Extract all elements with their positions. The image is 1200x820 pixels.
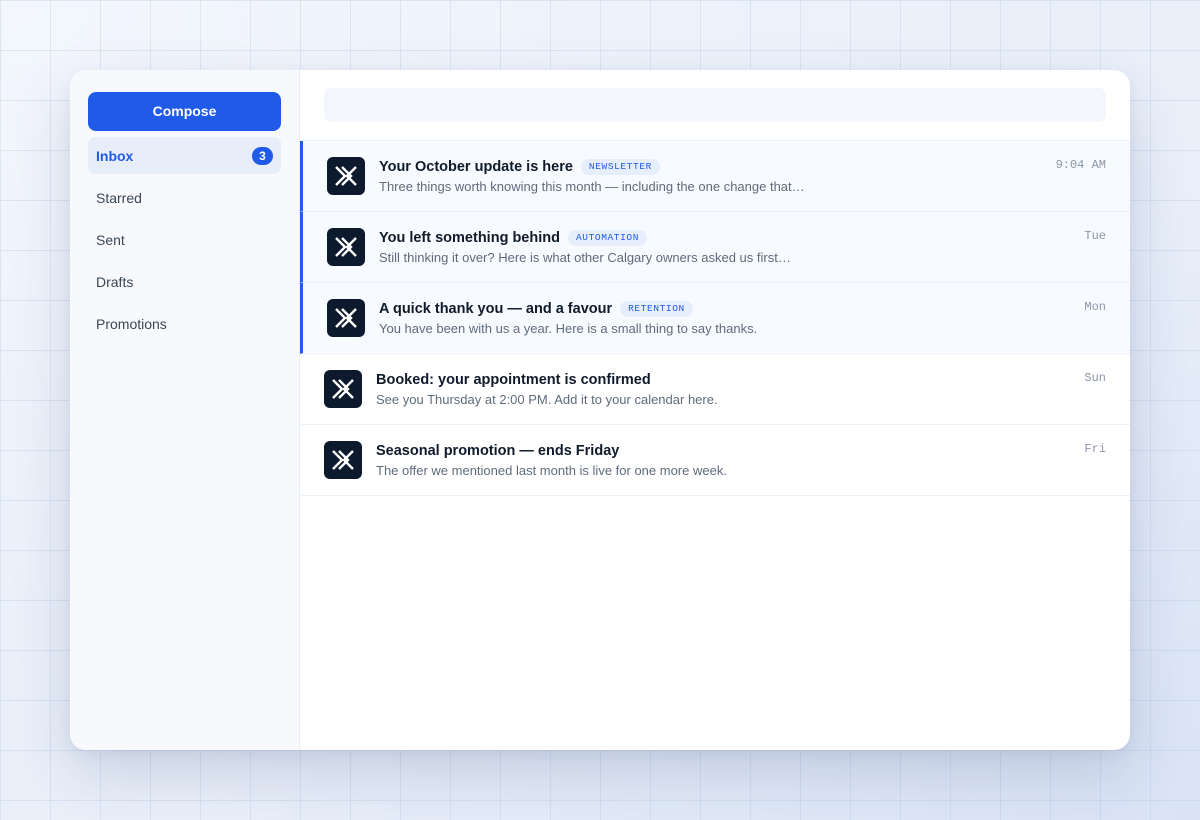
brand-x-logo-icon [324, 441, 362, 479]
sidebar-item-label: Inbox [96, 147, 134, 164]
brand-x-logo-icon [324, 370, 362, 408]
message-preview: The offer we mentioned last month is liv… [376, 463, 727, 478]
sidebar-item-label: Starred [96, 189, 142, 206]
category-tag: NEWSLETTER [580, 159, 660, 175]
sidebar-item-promotions[interactable]: Promotions [88, 305, 281, 342]
message-content: You left something behind AUTOMATION Sti… [379, 228, 1106, 265]
search-input[interactable] [324, 88, 1106, 122]
message-row[interactable]: A quick thank you — and a favour RETENTI… [300, 283, 1130, 354]
message-time: 9:04 AM [1055, 158, 1106, 172]
unread-count-badge: 3 [252, 146, 273, 165]
category-tag: AUTOMATION [567, 230, 647, 246]
message-content: Your October update is here NEWSLETTER T… [379, 157, 1106, 194]
compose-button[interactable]: Compose [88, 92, 281, 131]
message-subject: Booked: your appointment is confirmed [376, 372, 651, 388]
message-time: Tue [1084, 229, 1106, 243]
message-preview: You have been with us a year. Here is a … [379, 321, 758, 336]
message-subject: Your October update is here [379, 159, 573, 175]
message-preview: Still thinking it over? Here is what oth… [379, 250, 791, 265]
sidebar-item-drafts[interactable]: Drafts [88, 263, 281, 300]
message-time: Fri [1084, 442, 1106, 456]
message-subject: Seasonal promotion — ends Friday [376, 443, 620, 459]
brand-x-logo-icon [327, 228, 365, 266]
sidebar-item-label: Sent [96, 231, 125, 248]
mail-window: Compose Inbox 3 Starred Sent Drafts Prom… [70, 70, 1130, 750]
sidebar-item-label: Promotions [96, 315, 167, 332]
sidebar-item-inbox[interactable]: Inbox 3 [88, 137, 281, 174]
sidebar-item-starred[interactable]: Starred [88, 179, 281, 216]
message-content: A quick thank you — and a favour RETENTI… [379, 299, 1106, 336]
message-preview: Three things worth knowing this month — … [379, 179, 805, 194]
message-subject: You left something behind [379, 230, 560, 246]
message-row[interactable]: Seasonal promotion — ends Friday The off… [300, 425, 1130, 496]
search-bar [300, 70, 1130, 141]
message-time: Sun [1084, 371, 1106, 385]
sidebar: Compose Inbox 3 Starred Sent Drafts Prom… [70, 70, 300, 750]
message-content: Booked: your appointment is confirmed Se… [376, 370, 1106, 407]
brand-x-logo-icon [327, 299, 365, 337]
message-time: Mon [1084, 300, 1106, 314]
sidebar-item-label: Drafts [96, 273, 134, 290]
message-row[interactable]: Booked: your appointment is confirmed Se… [300, 354, 1130, 425]
message-pane: Your October update is here NEWSLETTER T… [300, 70, 1130, 750]
category-tag: RETENTION [620, 301, 693, 317]
message-row[interactable]: Your October update is here NEWSLETTER T… [300, 141, 1130, 212]
brand-x-logo-icon [327, 157, 365, 195]
message-content: Seasonal promotion — ends Friday The off… [376, 441, 1106, 478]
message-subject: A quick thank you — and a favour [379, 301, 613, 317]
message-preview: See you Thursday at 2:00 PM. Add it to y… [376, 392, 718, 407]
sidebar-item-sent[interactable]: Sent [88, 221, 281, 258]
message-row[interactable]: You left something behind AUTOMATION Sti… [300, 212, 1130, 283]
